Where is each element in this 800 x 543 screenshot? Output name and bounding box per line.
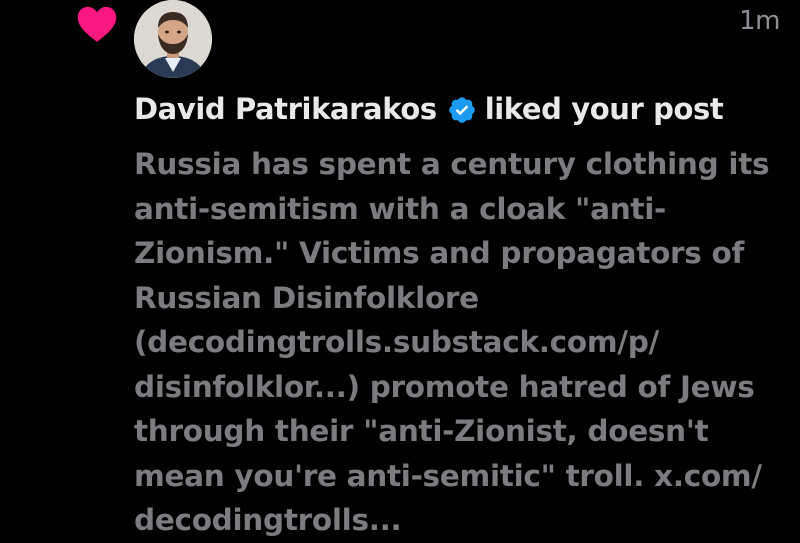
post-preview[interactable]: Russia has spent a century clothing its … <box>134 142 794 543</box>
post-line: through their "anti-Zionist, doesn't <box>134 414 709 448</box>
post-line: Zionism." Victims and propagators of <box>134 236 745 270</box>
verified-badge-icon <box>447 95 477 125</box>
post-line: Russia has spent a century clothing its <box>134 147 770 181</box>
post-line: anti-semitism with a cloak "anti- <box>134 191 666 226</box>
notification-header: David Patrikarakos liked your post <box>134 92 724 126</box>
post-line: Russian Disinfolklore <box>134 280 479 315</box>
like-notification[interactable]: 1m David Patrikarakos liked your post Ru… <box>0 0 800 539</box>
post-line: decodingtrolls... <box>134 503 402 537</box>
heart-icon <box>76 4 118 44</box>
avatar[interactable] <box>134 0 212 78</box>
timestamp: 1m <box>739 6 780 36</box>
post-line: disinfolklor...) promote hatred of Jews <box>134 369 755 404</box>
user-name[interactable]: David Patrikarakos <box>134 92 437 126</box>
action-text: liked your post <box>484 92 724 126</box>
post-line: mean you're anti-semitic" troll. x.com/ <box>134 458 762 493</box>
post-line: (decodingtrolls.substack.com/p/ <box>134 325 660 359</box>
